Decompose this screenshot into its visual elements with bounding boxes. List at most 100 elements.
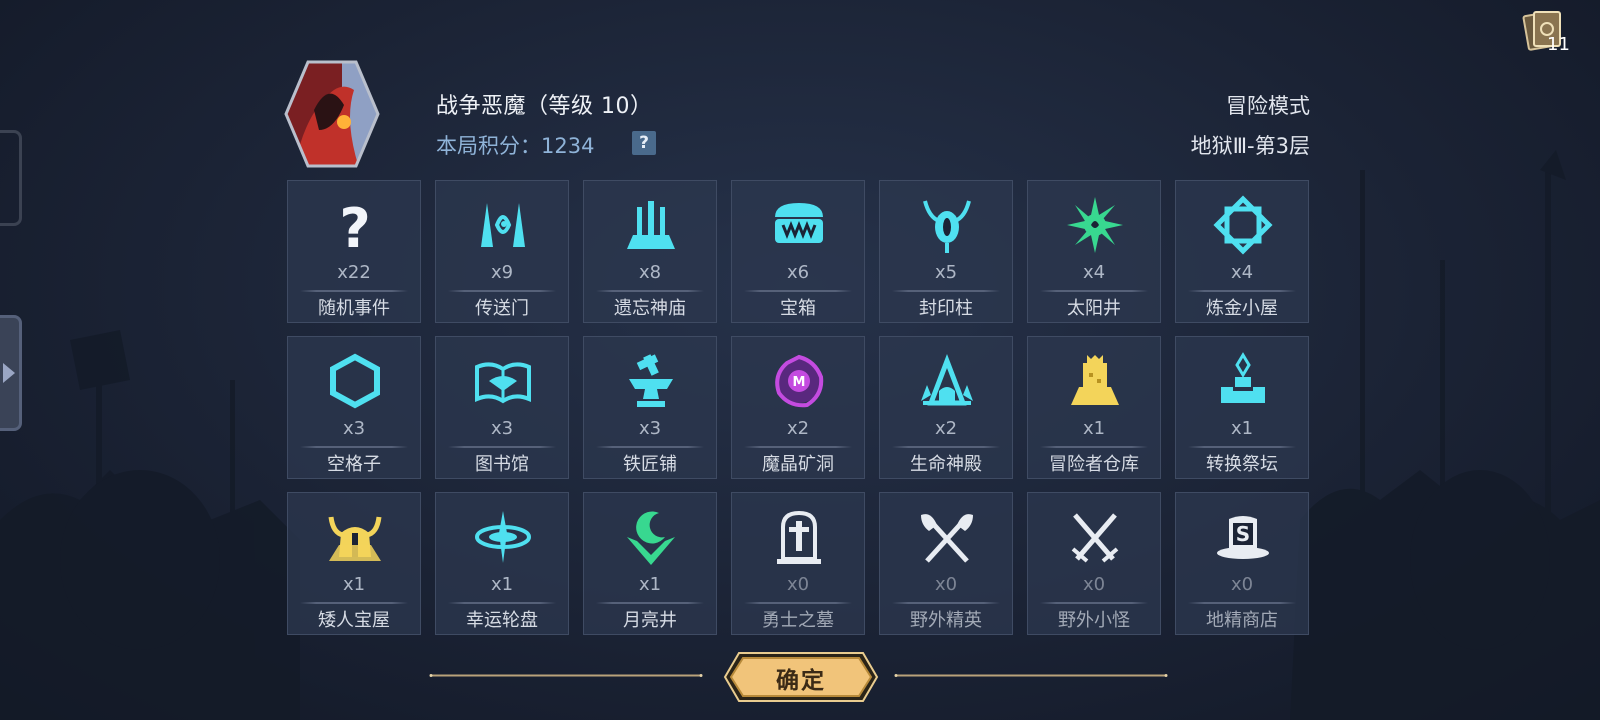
event-name: 传送门	[475, 298, 529, 319]
temple-icon	[627, 201, 675, 249]
event-card[interactable]: x5 封印柱	[879, 180, 1013, 323]
warehouse-icon	[1071, 355, 1119, 405]
event-count: x9	[490, 262, 514, 283]
event-name: 幸运轮盘	[466, 610, 538, 631]
event-count: x5	[934, 262, 958, 283]
event-count: x1	[1082, 418, 1106, 439]
treasure-chest-icon	[775, 203, 823, 243]
event-card[interactable]: x0 勇士之墓	[731, 492, 865, 635]
goblin-shop-icon: S	[1217, 516, 1269, 559]
divider	[1188, 446, 1296, 448]
event-count: x8	[638, 262, 662, 283]
seal-pillar-icon	[923, 200, 971, 253]
divider	[1040, 446, 1148, 448]
score-label: 本局积分：	[436, 134, 541, 158]
event-count: x1	[638, 574, 662, 595]
right-ornament-line	[894, 674, 1168, 677]
event-name: 宝箱	[780, 298, 816, 319]
deck-count: 11	[1547, 34, 1570, 55]
event-name: 月亮井	[623, 610, 677, 631]
lucky-wheel-icon	[475, 511, 531, 563]
divider	[744, 446, 852, 448]
boss-portrait-avatar	[284, 60, 380, 168]
event-count: x4	[1082, 262, 1106, 283]
event-name: 随机事件	[318, 298, 390, 319]
divider	[596, 290, 704, 292]
event-name: 空格子	[327, 454, 381, 475]
event-card[interactable]: x4 太阳井	[1027, 180, 1161, 323]
event-count: x3	[342, 418, 366, 439]
crossed-axes-icon	[921, 514, 973, 563]
current-floor: 地狱Ⅲ-第3层	[1190, 134, 1310, 158]
event-count: x3	[638, 418, 662, 439]
divider	[596, 446, 704, 448]
event-card[interactable]: x2 生命神殿	[879, 336, 1013, 479]
event-card[interactable]: x1 转换祭坛	[1175, 336, 1309, 479]
event-name: 太阳井	[1067, 298, 1121, 319]
hexagon-icon	[330, 353, 380, 409]
event-card[interactable]: S x0 地精商店	[1175, 492, 1309, 635]
event-count: x6	[786, 262, 810, 283]
event-count: x1	[1230, 418, 1254, 439]
chevron-right-icon	[3, 363, 15, 383]
event-card[interactable]: x1 矮人宝屋	[287, 492, 421, 635]
svg-text:M: M	[793, 375, 806, 390]
event-count: x0	[1082, 574, 1106, 595]
event-card[interactable]: x6 宝箱	[731, 180, 865, 323]
event-count: x2	[786, 418, 810, 439]
event-card[interactable]: x1 幸运轮盘	[435, 492, 569, 635]
divider	[448, 290, 556, 292]
divider	[448, 446, 556, 448]
altar-icon	[1221, 352, 1265, 403]
event-card[interactable]: x8 遗忘神庙	[583, 180, 717, 323]
divider	[300, 290, 408, 292]
event-name: 转换祭坛	[1206, 454, 1278, 475]
divider	[892, 446, 1000, 448]
side-expand-tab[interactable]	[0, 315, 22, 431]
event-name: 遗忘神庙	[614, 298, 686, 319]
event-card[interactable]: ? x22 随机事件	[287, 180, 421, 323]
event-name: 生命神殿	[910, 454, 982, 475]
map-event-grid: ? x22 随机事件 x9 传送门 x8 遗忘神庙 x6 宝箱 x5 封印柱 x…	[287, 180, 1310, 635]
event-card[interactable]: x3 空格子	[287, 336, 421, 479]
left-ornament-line	[429, 674, 703, 677]
event-name: 图书馆	[475, 454, 529, 475]
event-count: x1	[342, 574, 366, 595]
event-count: x0	[1230, 574, 1254, 595]
tombstone-icon	[777, 510, 821, 564]
portal-icon	[481, 203, 525, 247]
event-card[interactable]: M x2 魔晶矿洞	[731, 336, 865, 479]
event-card[interactable]: x9 传送门	[435, 180, 569, 323]
event-name: 魔晶矿洞	[762, 454, 834, 475]
boss-name-level: 战争恶魔（等级 10）	[436, 94, 653, 119]
score-help-button[interactable]: ?	[632, 131, 656, 155]
game-mode: 冒险模式	[1226, 94, 1310, 118]
side-tab-upper[interactable]	[0, 130, 22, 226]
divider	[892, 290, 1000, 292]
alchemy-hut-icon	[1213, 195, 1273, 255]
event-count: x0	[934, 574, 958, 595]
event-card[interactable]: x1 月亮井	[583, 492, 717, 635]
divider	[892, 602, 1000, 604]
divider	[1188, 290, 1296, 292]
event-name: 地精商店	[1206, 610, 1278, 631]
magic-crystal-mine-icon: M	[775, 354, 824, 408]
event-card[interactable]: x0 野外小怪	[1027, 492, 1161, 635]
divider	[448, 602, 556, 604]
event-card[interactable]: x3 铁匠铺	[583, 336, 717, 479]
library-book-icon	[475, 362, 531, 404]
event-count: x22	[337, 262, 371, 283]
divider	[1188, 602, 1296, 604]
event-card[interactable]: x0 野外精英	[879, 492, 1013, 635]
event-count: x1	[490, 574, 514, 595]
svg-text:S: S	[1236, 522, 1250, 546]
run-score: 本局积分：1234	[436, 130, 594, 160]
svg-text:?: ?	[339, 197, 370, 255]
event-card[interactable]: x3 图书馆	[435, 336, 569, 479]
event-card[interactable]: x1 冒险者仓库	[1027, 336, 1161, 479]
divider	[596, 602, 704, 604]
event-name: 冒险者仓库	[1049, 454, 1139, 475]
question-icon: ?	[339, 197, 370, 255]
event-card[interactable]: x4 炼金小屋	[1175, 180, 1309, 323]
sun-well-icon	[1067, 197, 1123, 253]
